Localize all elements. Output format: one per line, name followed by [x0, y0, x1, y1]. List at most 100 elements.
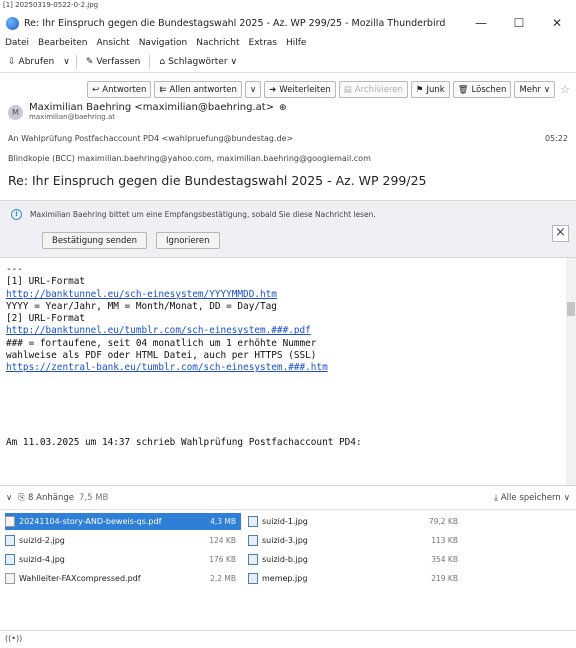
image-file-icon	[248, 535, 258, 546]
ignore-receipt-button[interactable]: Ignorieren	[156, 232, 220, 249]
fetch-icon: ⇩	[8, 56, 16, 67]
attachment-size: 354 KB	[431, 555, 458, 564]
bcc-label: Blindkopie (BCC)	[8, 153, 75, 163]
menu-extras[interactable]: Extras	[249, 38, 277, 48]
menu-navigation[interactable]: Navigation	[139, 38, 188, 48]
attachment-size: 219 KB	[431, 574, 458, 583]
fetch-label: Abrufen	[18, 56, 55, 67]
attachment-size: 113 KB	[431, 536, 458, 545]
attachment-item[interactable]: suizid-b.jpg 354 KB	[248, 551, 463, 568]
trash-icon: 🗑	[457, 84, 469, 95]
forward-button[interactable]: ➜ Weiterleiten	[264, 81, 336, 98]
bcc-addresses[interactable]: maximilian.baehring@yahoo.com, maximilia…	[77, 154, 370, 163]
attachment-item[interactable]: Wahlleiter-FAXcompressed.pdf 2,2 MB	[5, 570, 241, 587]
archive-button[interactable]: ▤ Archivieren	[338, 81, 408, 98]
attachment-item[interactable]: suizid-2.jpg 124 KB	[5, 532, 241, 549]
attachment-size: 2,2 MB	[210, 574, 236, 583]
chevron-down-icon: ∨	[230, 56, 238, 67]
main-toolbar: ⇩ Abrufen ∨ ✎ Verfassen ⌂ Schlagwörter ∨	[0, 51, 576, 73]
attachment-size: 4,3 MB	[210, 517, 236, 526]
menu-nachricht[interactable]: Nachricht	[196, 38, 239, 48]
compose-button[interactable]: ✎ Verfassen	[83, 56, 144, 68]
forward-label: Weiterleiten	[279, 84, 331, 95]
minimize-button[interactable]: —	[462, 16, 500, 30]
image-file-icon	[5, 554, 15, 565]
image-file-icon	[248, 573, 258, 584]
menu-hilfe[interactable]: Hilfe	[286, 38, 306, 48]
avatar: M	[8, 105, 23, 120]
attachment-item[interactable]: suizid-3.jpg 113 KB	[248, 532, 463, 549]
reply-all-button[interactable]: ⇇ Allen antworten	[154, 81, 242, 98]
from-address[interactable]: Maximilian Baehring <maximilian@baehring…	[29, 102, 274, 113]
attachment-name: suizid-2.jpg	[19, 536, 65, 545]
compose-label: Verfassen	[96, 56, 141, 67]
attachments-total-size: 7,5 MB	[78, 492, 109, 503]
reply-button[interactable]: ↩ Antworten	[87, 81, 152, 98]
attachments-list: 20241104-story-AND-beweis-qs.pdf 4,3 MB …	[0, 510, 576, 588]
close-window-button[interactable]: ✕	[538, 16, 576, 30]
fetch-dropdown-icon[interactable]: ∨	[63, 57, 70, 67]
tags-button[interactable]: ⌂ Schlagwörter ∨	[156, 56, 240, 68]
star-icon[interactable]: ☆	[560, 83, 570, 96]
image-file-icon	[5, 535, 15, 546]
body-scrollbar[interactable]	[566, 258, 576, 485]
title-bar: Re: Ihr Einspruch gegen die Bundestagswa…	[0, 11, 576, 35]
body-link[interactable]: http://banktunnel.eu/sch-einesystem/YYYY…	[6, 289, 277, 300]
receipt-notice-text: Maximilian Baehring bittet um eine Empfa…	[30, 210, 376, 219]
from-block: Maximilian Baehring <maximilian@baehring…	[29, 102, 287, 121]
attachment-item[interactable]: suizid-4.jpg 176 KB	[5, 551, 241, 568]
status-bar: ((•))	[0, 630, 576, 648]
delete-label: Löschen	[471, 84, 507, 95]
body-line: YYYY = Year/Jahr, MM = Month/Monat, DD =…	[6, 300, 277, 312]
image-caption: [1] 20250319-0522-0-2.jpg	[3, 1, 99, 9]
message-body-text: --- [1] URL-Format http://banktunnel.eu/sc…	[0, 258, 576, 449]
toolbar-separator	[149, 54, 151, 69]
close-notice-button[interactable]: ×	[552, 225, 569, 242]
attachment-size: 124 KB	[209, 536, 236, 545]
junk-button[interactable]: ⚑ Junk	[410, 81, 450, 98]
attachment-name: suizid-1.jpg	[262, 517, 308, 526]
body-line: [1] URL-Format	[6, 276, 86, 288]
attachment-item[interactable]: suizid-1.jpg 79,2 KB	[248, 513, 463, 530]
menu-ansicht[interactable]: Ansicht	[96, 38, 129, 48]
contact-icon[interactable]: ⊕	[279, 103, 287, 113]
download-icon: ⤓	[494, 492, 498, 503]
maximize-button[interactable]: ☐	[500, 16, 538, 30]
attachment-name: suizid-4.jpg	[19, 555, 65, 564]
more-button[interactable]: Mehr ∨	[514, 81, 556, 98]
attachment-item[interactable]: 20241104-story-AND-beweis-qs.pdf 4,3 MB	[5, 513, 241, 530]
save-all-button[interactable]: ⤓ Alle speichern ∨	[494, 493, 570, 503]
delete-button[interactable]: 🗑 Löschen	[452, 81, 512, 98]
body-line: [2] URL-Format	[6, 313, 86, 325]
pencil-icon: ✎	[85, 56, 94, 67]
tag-icon: ⌂	[159, 56, 166, 67]
scroll-thumb[interactable]	[567, 302, 575, 316]
to-address[interactable]: Wahlprüfung Postfachaccount PD4 <wahlpru…	[21, 134, 293, 143]
reply-dropdown-button[interactable]: ∨	[244, 81, 262, 98]
menu-bar: Datei Bearbeiten Ansicht Navigation Nach…	[0, 35, 576, 51]
body-link[interactable]: http://banktunnel.eu/tumblr.com/sch-eine…	[6, 325, 311, 336]
menu-datei[interactable]: Datei	[5, 38, 29, 48]
attachment-name: suizid-b.jpg	[262, 555, 308, 564]
archive-icon: ▤	[343, 84, 352, 95]
toolbar-separator	[75, 54, 77, 69]
menu-bearbeiten[interactable]: Bearbeiten	[38, 38, 87, 48]
attachment-item[interactable]: memep.jpg 219 KB	[248, 570, 463, 587]
send-receipt-button[interactable]: Bestätigung senden	[42, 232, 148, 249]
to-label: An	[8, 133, 19, 143]
receipt-notice-bar: i Maximilian Baehring bittet um eine Emp…	[0, 200, 576, 258]
tags-label: Schlagwörter	[168, 56, 228, 67]
bcc-row: Blindkopie (BCC) maximilian.baehring@yah…	[8, 148, 576, 168]
forward-icon: ➜	[269, 84, 277, 95]
message-body: --- [1] URL-Format http://banktunnel.eu/sc…	[0, 258, 576, 486]
chevron-down-icon[interactable]: ∨	[6, 493, 12, 503]
activity-icon[interactable]: ((•))	[5, 634, 22, 643]
chevron-down-icon: ∨	[249, 84, 257, 95]
body-link[interactable]: https://zentral-bank.eu/tumblr.com/sch-e…	[6, 362, 328, 373]
body-line: Am 11.03.2025 um 14:37 schrieb Wahlprüfu…	[6, 436, 362, 448]
attachments-count: 8 Anhänge	[28, 492, 74, 503]
chevron-down-icon: ∨	[563, 492, 570, 503]
fetch-button[interactable]: ⇩ Abrufen	[5, 56, 57, 68]
reply-all-icon: ⇇	[159, 84, 167, 95]
message-actions: ↩ Antworten ⇇ Allen antworten ∨ ➜ Weiter…	[0, 79, 576, 100]
